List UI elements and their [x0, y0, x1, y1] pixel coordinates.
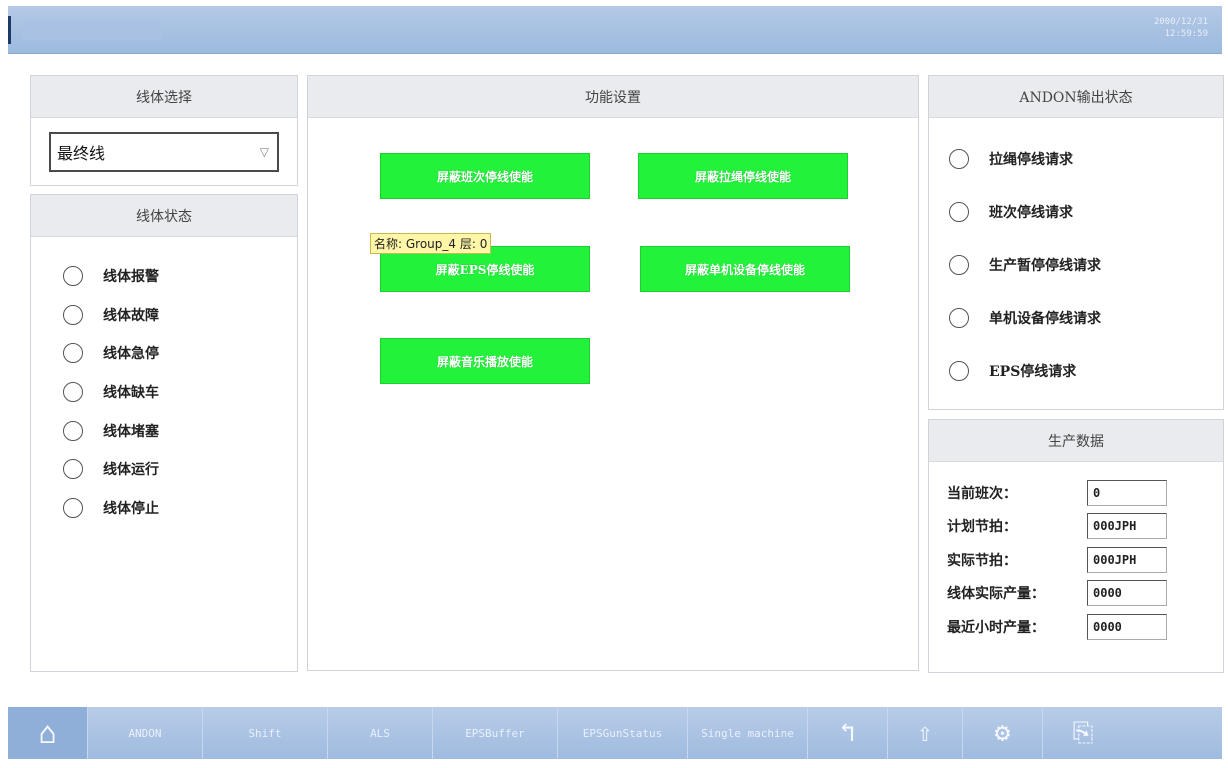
andon-status-panel: ANDON输出状态 拉绳停线请求 班次停线请求 生产暂停停线请求 单机设备停线请…	[928, 75, 1224, 410]
andon-item-pullcord: 拉绳停线请求	[949, 132, 1223, 185]
production-row-current-shift: 当前班次： 0	[947, 476, 1223, 510]
home-icon[interactable]: ⌂	[8, 707, 88, 759]
top-bar-accent	[8, 16, 11, 44]
nav-eps-buffer-button[interactable]: EPSBuffer	[433, 707, 558, 759]
status-indicator-icon	[63, 266, 83, 287]
status-indicator-icon	[63, 459, 83, 480]
production-label: 实际节拍：	[947, 552, 1017, 569]
line-status-title: 线体状态	[31, 195, 297, 237]
line-status-panel: 线体状态 线体报警 线体故障 线体急停 线体缺车 线体堵塞 线体运行 线体停止	[30, 194, 298, 672]
recent-hour-output-field[interactable]: 0000	[1087, 613, 1167, 640]
andon-status-title: ANDON输出状态	[929, 76, 1223, 118]
nav-eps-gun-status-button[interactable]: EPSGunStatus	[558, 707, 688, 759]
gear-icon[interactable]: ⚙	[963, 707, 1043, 759]
status-label: 线体缺车	[103, 385, 159, 402]
status-item-shortage: 线体缺车	[63, 373, 297, 412]
status-indicator-icon	[949, 360, 969, 381]
status-item-running: 线体运行	[63, 450, 297, 489]
nav-single-machine-button[interactable]: Single machine	[688, 707, 808, 759]
status-indicator-icon	[949, 201, 969, 222]
time-label: 12:59:59	[1164, 29, 1208, 39]
nav-andon-button[interactable]: ANDON	[88, 707, 203, 759]
status-label: 线体停止	[103, 500, 159, 517]
triangle-down-icon: ▽	[259, 145, 269, 159]
status-indicator-icon	[63, 343, 83, 364]
status-indicator-icon	[63, 304, 83, 325]
andon-label: 拉绳停线请求	[989, 151, 1073, 168]
andon-label: 生产暂停停线请求	[989, 257, 1101, 274]
date-label: 2000/12/31	[1153, 17, 1208, 27]
mask-single-machine-stop-button[interactable]: 屏蔽单机设备停线使能	[640, 246, 850, 292]
current-shift-field[interactable]: 0	[1087, 479, 1167, 506]
production-row-planned-takt: 计划节拍： 000JPH	[947, 510, 1223, 544]
production-row-recent-hour-output: 最近小时产量： 0000	[947, 610, 1223, 644]
line-status-list: 线体报警 线体故障 线体急停 线体缺车 线体堵塞 线体运行 线体停止	[31, 237, 297, 527]
andon-item-single-machine: 单机设备停线请求	[949, 291, 1223, 344]
exit-icon[interactable]: ⎘	[1043, 707, 1123, 759]
status-item-alarm: 线体报警	[63, 257, 297, 296]
datetime-display: 2000/12/31 12:59:59	[1148, 16, 1208, 40]
andon-item-shift: 班次停线请求	[949, 185, 1223, 238]
line-select-dropdown[interactable]: 最终线 ▽	[49, 132, 279, 172]
status-indicator-icon	[949, 307, 969, 328]
status-label: 线体急停	[103, 346, 159, 363]
status-item-fault: 线体故障	[63, 296, 297, 335]
production-label: 计划节拍：	[947, 519, 1017, 536]
line-select-value: 最终线	[57, 144, 106, 163]
production-label: 线体实际产量：	[947, 586, 1045, 603]
status-label: 线体运行	[103, 462, 159, 479]
production-data-panel: 生产数据 当前班次： 0 计划节拍： 000JPH 实际节拍： 000JPH 线体实际…	[928, 419, 1224, 673]
mask-pullcord-stop-button[interactable]: 屏蔽拉绳停线使能	[638, 153, 848, 199]
status-label: 线体报警	[103, 269, 159, 286]
andon-label: EPS停线请求	[989, 363, 1077, 380]
nav-shift-button[interactable]: Shift	[203, 707, 328, 759]
andon-label: 班次停线请求	[989, 204, 1073, 221]
back-arrow-icon[interactable]: ↰	[808, 707, 888, 759]
status-indicator-icon	[949, 148, 969, 169]
status-item-blocked: 线体堵塞	[63, 411, 297, 450]
mask-shift-stop-button[interactable]: 屏蔽班次停线使能	[380, 153, 590, 199]
upload-icon[interactable]: ⇧	[888, 707, 963, 759]
production-label: 当前班次：	[947, 485, 1017, 502]
actual-output-field[interactable]: 0000	[1087, 580, 1167, 607]
andon-item-pause: 生产暂停停线请求	[949, 238, 1223, 291]
production-row-actual-output: 线体实际产量： 0000	[947, 577, 1223, 611]
function-settings-title: 功能设置	[308, 76, 918, 118]
production-rows: 当前班次： 0 计划节拍： 000JPH 实际节拍： 000JPH 线体实际产量： 00…	[929, 462, 1223, 644]
production-data-title: 生产数据	[929, 420, 1223, 462]
production-label: 最近小时产量：	[947, 619, 1045, 636]
status-indicator-icon	[63, 420, 83, 441]
status-item-estop: 线体急停	[63, 334, 297, 373]
andon-label: 单机设备停线请求	[989, 310, 1101, 327]
andon-item-eps: EPS停线请求	[949, 344, 1223, 397]
nav-als-button[interactable]: ALS	[328, 707, 433, 759]
actual-takt-field[interactable]: 000JPH	[1087, 546, 1167, 573]
top-bar: 2000/12/31 12:59:59	[8, 6, 1222, 54]
line-select-panel: 线体选择 最终线 ▽	[30, 75, 298, 186]
production-row-actual-takt: 实际节拍： 000JPH	[947, 543, 1223, 577]
andon-status-list: 拉绳停线请求 班次停线请求 生产暂停停线请求 单机设备停线请求 EPS停线请求	[929, 118, 1223, 397]
status-indicator-icon	[949, 254, 969, 275]
status-indicator-icon	[63, 497, 83, 518]
status-label: 线体故障	[103, 307, 159, 324]
group-tooltip: 名称: Group_4 层: 0	[370, 233, 492, 254]
line-select-title: 线体选择	[31, 76, 297, 118]
app-title-area	[22, 22, 162, 40]
bottom-nav-bar: ⌂ ANDON Shift ALS EPSBuffer EPSGunStatus…	[8, 707, 1222, 759]
mask-music-play-button[interactable]: 屏蔽音乐播放使能	[380, 338, 590, 384]
status-label: 线体堵塞	[103, 423, 159, 440]
status-item-stopped: 线体停止	[63, 489, 297, 528]
status-indicator-icon	[63, 382, 83, 403]
planned-takt-field[interactable]: 000JPH	[1087, 513, 1167, 540]
function-settings-panel: 功能设置 屏蔽班次停线使能 屏蔽拉绳停线使能 屏蔽EPS停线使能 屏蔽单机设备停…	[307, 75, 919, 671]
